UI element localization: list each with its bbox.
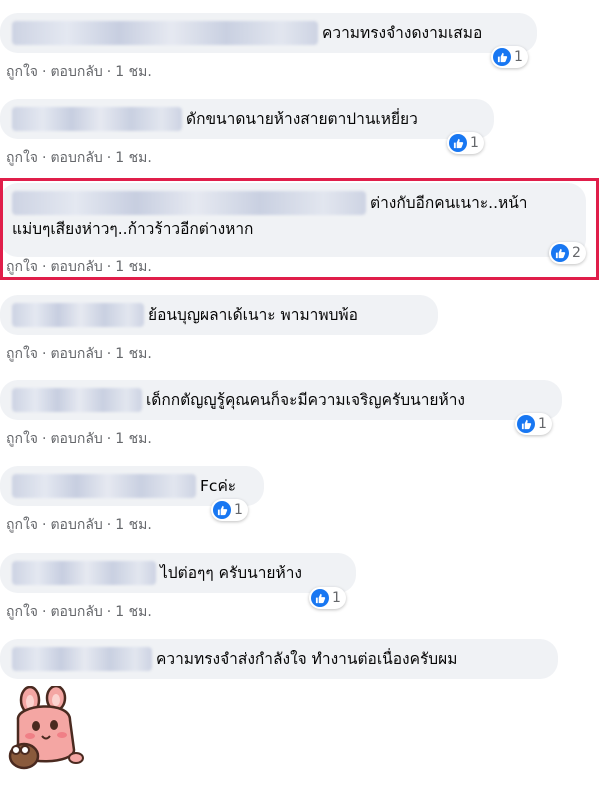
comment-text: ความทรงจำงดงามเสมอ xyxy=(322,24,483,42)
separator-dot: · xyxy=(106,64,112,80)
redacted-author-name xyxy=(12,191,366,215)
reaction-number: 1 xyxy=(332,590,341,606)
reaction-count[interactable]: 1 xyxy=(309,587,346,609)
reaction-number: 1 xyxy=(234,502,243,518)
reaction-count[interactable]: 1 xyxy=(515,413,552,435)
separator-dot: · xyxy=(106,346,112,362)
comment-bubble: เด็กกตัญญูรู้คุณคนก็จะมีความเจริญครับนาย… xyxy=(0,380,562,420)
comment-bubble: ไปต่อๆๆ ครับนายห้าง xyxy=(0,553,356,593)
reply-link[interactable]: ตอบกลับ xyxy=(50,256,102,278)
comment-text-line-1: ต่างกับอีกคนเนาะ..หน้า xyxy=(370,194,528,212)
timestamp[interactable]: 1 ชม. xyxy=(115,256,152,278)
comment-bubble: ความทรงจำงดงามเสมอ xyxy=(0,13,537,53)
timestamp[interactable]: 1 ชม. xyxy=(115,514,152,536)
like-link[interactable]: ถูกใจ xyxy=(6,514,38,536)
comment-actions: ถูกใจ · ตอบกลับ · 1 ชม. xyxy=(6,147,152,169)
reaction-number: 1 xyxy=(470,135,479,151)
thumbs-up-icon xyxy=(449,134,467,152)
timestamp[interactable]: 1 ชม. xyxy=(115,147,152,169)
comment-text-line-2: แม่บๆเสียงห่าวๆ..ก้าวร้าวอีกต่างหาก xyxy=(12,220,254,238)
like-link[interactable]: ถูกใจ xyxy=(6,147,38,169)
thumbs-up-icon xyxy=(551,244,569,262)
separator-dot: · xyxy=(106,431,112,447)
comment-text: เด็กกตัญญูรู้คุณคนก็จะมีความเจริญครับนาย… xyxy=(146,391,465,409)
reaction-number: 1 xyxy=(514,49,523,65)
separator-dot: · xyxy=(106,259,112,275)
reaction-count[interactable]: 1 xyxy=(491,46,528,68)
pink-bunny-sticker xyxy=(8,686,84,770)
like-link[interactable]: ถูกใจ xyxy=(6,256,38,278)
comment-actions: ถูกใจ · ตอบกลับ · 1 ชม. xyxy=(6,514,152,536)
separator-dot: · xyxy=(42,604,47,620)
comment-text: Fcค่ะ xyxy=(200,477,237,495)
separator-dot: · xyxy=(106,517,112,533)
separator-dot: · xyxy=(42,346,47,362)
redacted-author-name xyxy=(12,474,196,498)
timestamp[interactable]: 1 ชม. xyxy=(115,61,152,83)
separator-dot: · xyxy=(106,604,112,620)
timestamp[interactable]: 1 ชม. xyxy=(115,428,152,450)
comment-actions: ถูกใจ · ตอบกลับ · 1 ชม. xyxy=(6,601,152,623)
reply-link[interactable]: ตอบกลับ xyxy=(50,343,102,365)
redacted-author-name xyxy=(12,21,318,45)
timestamp[interactable]: 1 ชม. xyxy=(115,601,152,623)
like-link[interactable]: ถูกใจ xyxy=(6,343,38,365)
comment-actions: ถูกใจ · ตอบกลับ · 1 ชม. xyxy=(6,343,152,365)
like-link[interactable]: ถูกใจ xyxy=(6,601,38,623)
comment-actions: ถูกใจ · ตอบกลับ · 1 ชม. xyxy=(6,61,152,83)
reply-link[interactable]: ตอบกลับ xyxy=(50,147,102,169)
like-link[interactable]: ถูกใจ xyxy=(6,428,38,450)
comment-actions: ถูกใจ · ตอบกลับ · 1 ชม. xyxy=(6,428,152,450)
reply-link[interactable]: ตอบกลับ xyxy=(50,514,102,536)
reaction-count[interactable]: 1 xyxy=(211,499,248,521)
comment-text: ย้อนบุญผลาเด้เนาะ พามาพบพ้อ xyxy=(148,306,358,324)
comment-text: ดักขนาดนายห้างสายตาปานเหยี่ยว xyxy=(186,110,418,128)
reaction-number: 2 xyxy=(572,245,581,261)
redacted-author-name xyxy=(12,107,182,131)
timestamp[interactable]: 1 ชม. xyxy=(115,343,152,365)
comment-bubble: ต่างกับอีกคนเนาะ..หน้า แม่บๆเสียงห่าวๆ..… xyxy=(0,183,586,257)
comment-text: ความทรงจำส่งกำลังใจ ทำงานต่อเนื่องครับผม xyxy=(156,650,458,668)
comment-bubble: ความทรงจำส่งกำลังใจ ทำงานต่อเนื่องครับผม xyxy=(0,639,558,679)
reaction-count[interactable]: 2 xyxy=(549,242,586,264)
redacted-author-name xyxy=(12,647,152,671)
reaction-number: 1 xyxy=(538,416,547,432)
redacted-author-name xyxy=(12,388,142,412)
separator-dot: · xyxy=(106,150,112,166)
reply-link[interactable]: ตอบกลับ xyxy=(50,601,102,623)
comment-bubble: ดักขนาดนายห้างสายตาปานเหยี่ยว xyxy=(0,99,494,139)
like-link[interactable]: ถูกใจ xyxy=(6,61,38,83)
separator-dot: · xyxy=(42,150,47,166)
thumbs-up-icon xyxy=(213,501,231,519)
thumbs-up-icon xyxy=(493,48,511,66)
reply-link[interactable]: ตอบกลับ xyxy=(50,428,102,450)
separator-dot: · xyxy=(42,259,47,275)
comment-bubble: ย้อนบุญผลาเด้เนาะ พามาพบพ้อ xyxy=(0,295,438,335)
reply-link[interactable]: ตอบกลับ xyxy=(50,61,102,83)
separator-dot: · xyxy=(42,64,47,80)
comment-text: ไปต่อๆๆ ครับนายห้าง xyxy=(160,564,302,582)
reaction-count[interactable]: 1 xyxy=(447,132,484,154)
comment-actions: ถูกใจ · ตอบกลับ · 1 ชม. xyxy=(6,256,152,278)
redacted-author-name xyxy=(12,561,156,585)
thumbs-up-icon xyxy=(517,415,535,433)
redacted-author-name xyxy=(12,303,144,327)
thumbs-up-icon xyxy=(311,589,329,607)
separator-dot: · xyxy=(42,431,47,447)
separator-dot: · xyxy=(42,517,47,533)
